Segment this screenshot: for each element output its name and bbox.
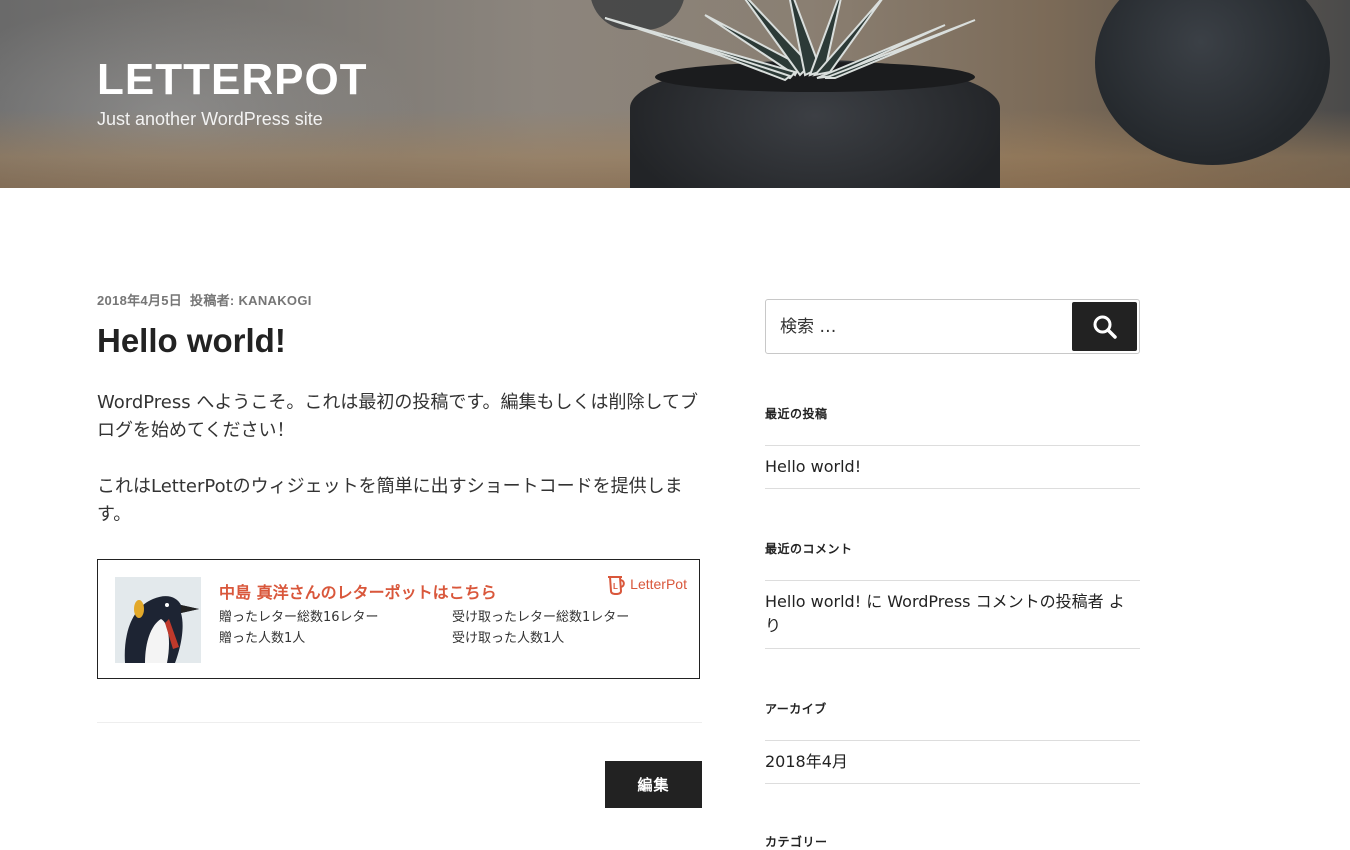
sidebar: 最近の投稿 Hello world! 最近のコメント Hello world! …	[765, 299, 1140, 849]
penguin-avatar	[115, 577, 201, 663]
received-people-stat: 受け取った人数1人	[452, 631, 565, 646]
recent-posts-title: 最近の投稿	[765, 407, 828, 421]
sent-people-stat: 贈った人数1人	[219, 631, 306, 646]
site-header: LETTERPOT Just another WordPress site	[0, 0, 1350, 188]
post-title: Hello world!	[97, 322, 286, 359]
letterpot-heading-link[interactable]: 中島 真洋さんのレターポットはこちら	[219, 579, 497, 603]
site-description: Just another WordPress site	[97, 109, 323, 129]
site-branding: LETTERPOT Just another WordPress site	[97, 55, 368, 130]
widget-divider	[765, 648, 1140, 649]
author-prefix: 投稿者:	[190, 293, 235, 308]
search-form	[765, 299, 1140, 354]
received-letters-stat: 受け取ったレター総数1レター	[452, 610, 630, 625]
entry-meta: 2018年4月5日 投稿者: KANAKOGI	[97, 290, 702, 309]
widget-divider	[765, 740, 1140, 741]
letterpot-logo-text: LetterPot	[630, 576, 687, 592]
post-footer-divider	[97, 722, 702, 723]
categories-title: カテゴリー	[765, 835, 828, 849]
post-content: WordPress へようこそ。これは最初の投稿です。編集もしくは削除してブログ…	[97, 389, 702, 529]
search-button[interactable]	[1072, 302, 1137, 351]
widget-divider	[765, 580, 1140, 581]
letterpot-logo: L LetterPot	[606, 573, 687, 595]
post-paragraph: WordPress へようこそ。これは最初の投稿です。編集もしくは削除してブログ…	[97, 392, 699, 441]
archive-link[interactable]: 2018年4月	[765, 750, 1140, 774]
post-article: 2018年4月5日 投稿者: KANAKOGI Hello world! Wor…	[97, 290, 702, 679]
widget-divider	[765, 488, 1140, 489]
recent-comment-link[interactable]: Hello world! に WordPress コメントの投稿者 より	[765, 590, 1140, 638]
author-link[interactable]: KANAKOGI	[238, 293, 311, 308]
recent-comments-title: 最近のコメント	[765, 542, 853, 556]
search-icon	[1093, 315, 1117, 339]
post-paragraph: これはLetterPotのウィジェットを簡単に出すショートコードを提供します。	[97, 476, 683, 525]
post-date-link[interactable]: 2018年4月5日	[97, 293, 182, 308]
site-title-link[interactable]: LETTERPOT	[97, 55, 368, 105]
edit-button[interactable]: 編集	[605, 761, 702, 808]
widget-divider	[765, 445, 1140, 446]
svg-text:L: L	[613, 582, 618, 591]
widget-divider	[765, 783, 1140, 784]
header-plant-image	[604, 0, 976, 82]
sent-letters-stat: 贈ったレター総数16レター	[219, 610, 379, 625]
search-input[interactable]	[766, 300, 1066, 353]
letterpot-widget[interactable]: 中島 真洋さんのレターポットはこちら L LetterPot 贈ったレター総数1…	[97, 559, 700, 679]
letterpot-pot-icon: L	[608, 576, 625, 595]
recent-post-link[interactable]: Hello world!	[765, 455, 1140, 479]
archives-title: アーカイブ	[765, 702, 827, 716]
